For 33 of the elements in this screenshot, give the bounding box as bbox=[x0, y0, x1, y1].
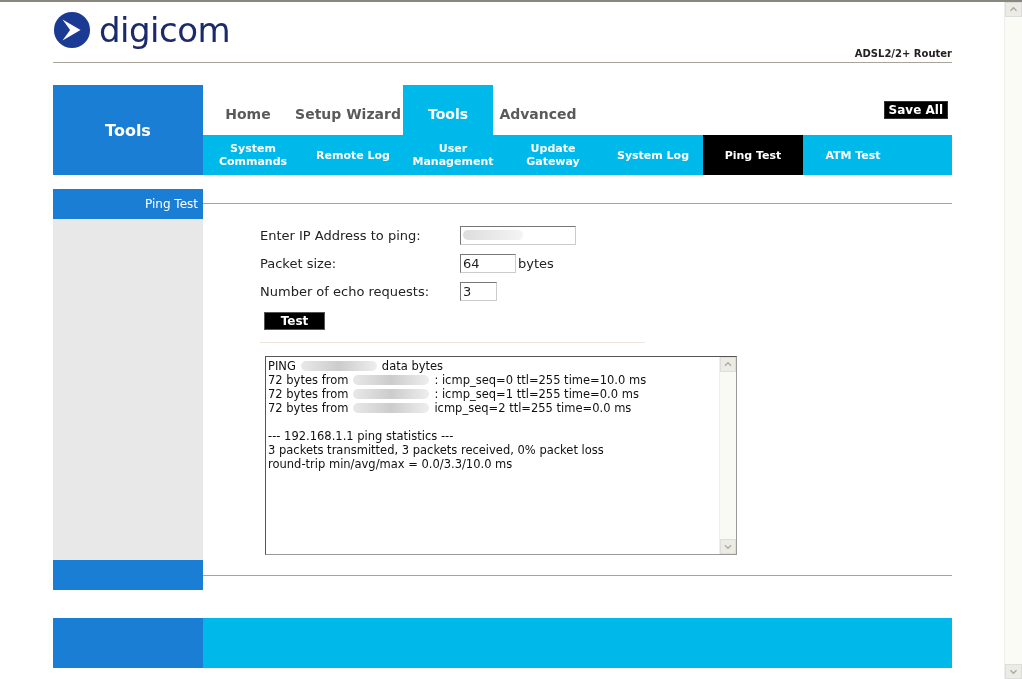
output-text: 72 bytes from bbox=[268, 401, 349, 415]
product-name: ADSL2/2+ Router bbox=[854, 48, 952, 59]
scroll-up-icon[interactable] bbox=[1005, 2, 1022, 17]
logo-text: digicom bbox=[99, 10, 231, 50]
scroll-down-icon[interactable] bbox=[720, 539, 736, 554]
output-text: : icmp_seq=0 ttl=255 time=10.0 ms bbox=[434, 373, 647, 387]
unit-label: bytes bbox=[518, 255, 554, 271]
output-text: data bytes bbox=[381, 359, 444, 373]
sidebar-heading[interactable]: Ping Test bbox=[53, 189, 203, 219]
output-text: icmp_seq=2 ttl=255 time=0.0 ms bbox=[434, 401, 632, 415]
output-text: round-trip min/avg/max = 0.0/3.3/10.0 ms bbox=[268, 457, 513, 471]
input-field[interactable]: 64 bbox=[460, 253, 516, 273]
section-title: Tools bbox=[53, 85, 203, 175]
logo-icon bbox=[53, 11, 91, 49]
field-label: Packet size: bbox=[260, 255, 338, 271]
output-textarea[interactable] bbox=[265, 356, 737, 555]
textarea-scrollbar[interactable] bbox=[719, 357, 736, 554]
save-all-button[interactable]: Save All bbox=[883, 101, 948, 119]
test-button[interactable]: Test bbox=[264, 312, 325, 330]
input-field[interactable] bbox=[460, 225, 576, 245]
sub-tab[interactable]: Ping Test bbox=[703, 135, 803, 175]
output-text: --- 192.168.1.1 ping statistics --- bbox=[268, 429, 454, 443]
output-text: : icmp_seq=1 ttl=255 time=0.0 ms bbox=[434, 387, 639, 401]
output-text: 72 bytes from bbox=[268, 373, 349, 387]
field-label: Enter IP Address to ping: bbox=[260, 227, 422, 243]
scroll-up-icon[interactable] bbox=[720, 357, 736, 372]
field-label: Number of echo requests: bbox=[260, 283, 431, 299]
page-scrollbar[interactable] bbox=[1004, 2, 1022, 679]
input-field[interactable]: 3 bbox=[460, 281, 497, 301]
output-text: 72 bytes from bbox=[268, 387, 349, 401]
output-text: PING bbox=[268, 359, 296, 373]
output-text: 3 packets transmitted, 3 packets received, 0% packet loss bbox=[268, 443, 604, 457]
scroll-down-icon[interactable] bbox=[1005, 664, 1022, 679]
